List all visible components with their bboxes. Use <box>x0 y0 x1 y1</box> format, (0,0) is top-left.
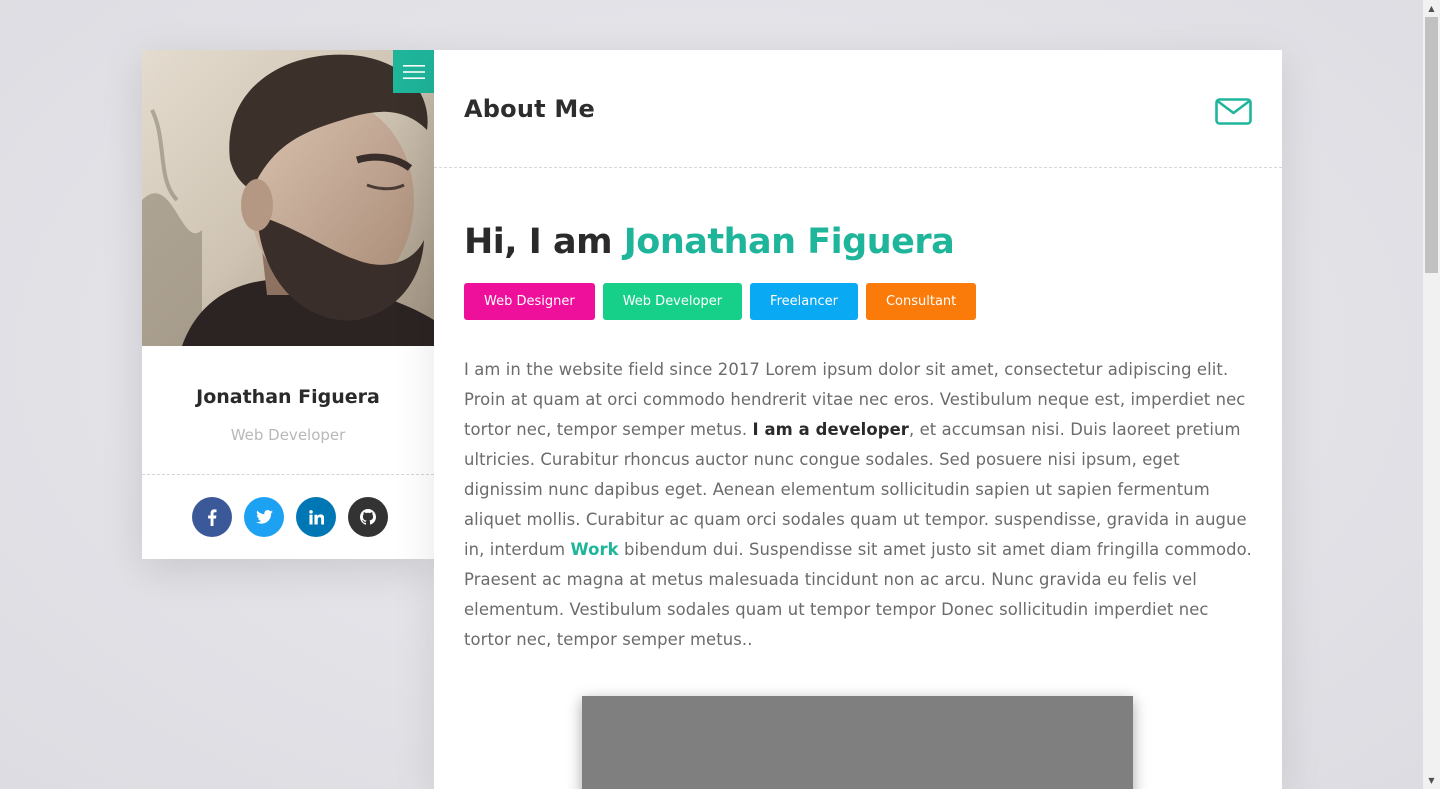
profile-divider <box>142 474 434 475</box>
bio-paragraph: I am in the website field since 2017 Lor… <box>464 355 1254 655</box>
hamburger-menu-icon <box>402 64 425 79</box>
contact-mail-button[interactable] <box>1215 98 1252 129</box>
github-icon <box>360 509 376 525</box>
linkedin-link[interactable] <box>296 497 336 537</box>
about-panel: About Me Hi, I am Jonathan Figuera Web D… <box>434 50 1282 789</box>
scroll-down-arrow-icon[interactable]: ▼ <box>1423 772 1440 789</box>
tag-consultant[interactable]: Consultant <box>865 283 977 320</box>
scroll-up-arrow-icon[interactable]: ▲ <box>1423 0 1440 17</box>
linkedin-icon <box>308 509 324 525</box>
menu-toggle-button[interactable] <box>393 50 434 93</box>
github-link[interactable] <box>348 497 388 537</box>
tag-web-developer[interactable]: Web Developer <box>602 283 743 320</box>
facebook-link[interactable] <box>192 497 232 537</box>
page-scrollbar[interactable]: ▲ ▼ <box>1423 0 1440 789</box>
profile-photo <box>142 50 434 346</box>
envelope-icon <box>1215 98 1252 125</box>
scrollbar-thumb[interactable] <box>1425 17 1438 273</box>
facebook-icon <box>208 508 217 526</box>
work-link[interactable]: Work <box>571 540 619 559</box>
page-title: About Me <box>464 95 595 123</box>
twitter-icon <box>255 510 273 524</box>
video-placeholder[interactable] <box>582 696 1133 789</box>
bio-text-2: , et accumsan nisi. Duis laoreet pretium… <box>464 420 1247 559</box>
tag-web-designer[interactable]: Web Designer <box>464 283 595 320</box>
header-divider <box>434 167 1282 168</box>
hero-name: Jonathan Figuera <box>623 222 955 262</box>
profile-name: Jonathan Figuera <box>196 386 380 408</box>
skill-tags: Web Designer Web Developer Freelancer Co… <box>464 283 977 320</box>
tag-freelancer[interactable]: Freelancer <box>750 283 858 320</box>
profile-card: Jonathan Figuera Web Developer <box>142 50 434 559</box>
profile-photo-illustration <box>142 50 434 346</box>
hero-heading: Hi, I am Jonathan Figuera <box>464 222 955 262</box>
hero-prefix: Hi, I am <box>464 222 624 262</box>
bio-highlight: I am a developer <box>752 420 909 439</box>
twitter-link[interactable] <box>244 497 284 537</box>
profile-role: Web Developer <box>230 426 346 444</box>
social-links <box>192 497 388 537</box>
